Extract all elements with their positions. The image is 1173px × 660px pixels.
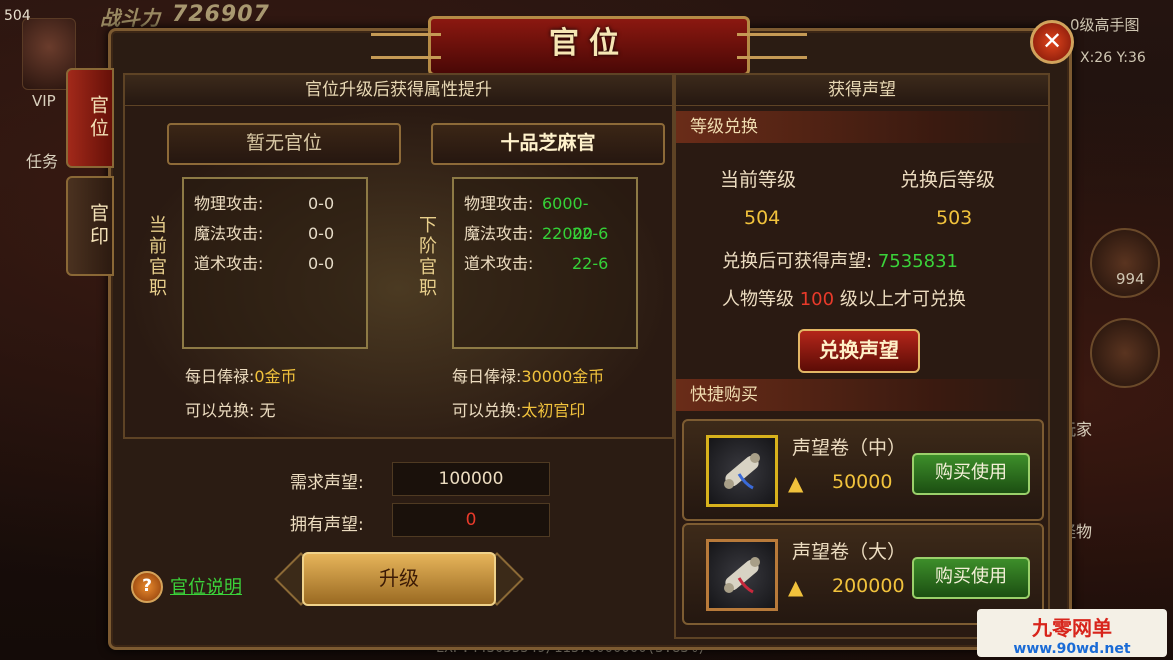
attr-name: 物理攻击: <box>194 194 264 213</box>
after-level-label: 兑换后等级 <box>900 169 996 191</box>
required-reputation-label: 需求声望: <box>290 473 364 493</box>
scroll-icon[interactable] <box>706 435 778 507</box>
attr-value: 22-6 <box>572 224 609 243</box>
watermark-title: 九零网单 <box>1032 616 1112 640</box>
exchange-value: 太初官印 <box>521 401 586 420</box>
hud-power-value: 726907 <box>172 2 270 27</box>
item-name: 声望卷（大） <box>792 541 907 563</box>
hud-map-name: 0级高手图 <box>1070 16 1140 34</box>
item-price: 50000 <box>832 471 893 493</box>
hud-level: 504 <box>4 8 31 24</box>
site-watermark: 九零网单 www.90wd.net <box>977 609 1167 657</box>
salary-label: 每日俸禄: <box>452 367 522 386</box>
current-salary: 每日俸禄:0金币 <box>185 363 297 387</box>
buy-use-button[interactable]: 购买使用 <box>912 453 1030 495</box>
attr-row: 道术攻击: 22-6 <box>454 249 636 279</box>
next-rank-label: 下阶官职 <box>416 215 437 299</box>
hud-skill-count: 994 <box>1116 270 1145 288</box>
buy-use-button[interactable]: 购买使用 <box>912 557 1030 599</box>
attr-name: 道术攻击: <box>464 254 534 273</box>
hud-vip[interactable]: VIP <box>32 92 56 110</box>
gold-ingot-icon: ▲ <box>788 575 804 599</box>
reputation-gain-value: 7535831 <box>877 251 958 272</box>
exchange-value: 无 <box>259 401 276 420</box>
next-salary: 每日俸禄:30000金币 <box>452 363 604 387</box>
attack-skill-button[interactable] <box>1090 318 1160 388</box>
battle-scene-backdrop: 暂无官位 十品芝麻官 当前官职 下阶官职 物理攻击: 0-0 魔法攻击: 0-0… <box>125 107 672 437</box>
salary-value: 30000金币 <box>521 367 605 386</box>
owned-reputation-label: 拥有声望: <box>290 515 364 535</box>
exchange-reputation-button[interactable]: 兑换声望 <box>798 329 920 373</box>
hud-task[interactable]: 任务 <box>26 148 58 172</box>
attr-value: 0-0 <box>308 224 335 243</box>
attr-row: 道术攻击: 0-0 <box>184 249 366 279</box>
next-attr-box: 物理攻击: 6000-22000 魔法攻击: 22-6 道术攻击: 22-6 <box>452 177 638 349</box>
title-left-ornament <box>371 33 441 59</box>
shop-item-card: 声望卷（中） ▲ 50000 购买使用 <box>682 419 1044 521</box>
reputation-panel-header: 获得声望 <box>676 75 1048 106</box>
item-price: 200000 <box>832 575 905 597</box>
attr-row: 物理攻击: 0-0 <box>184 189 366 219</box>
quick-buy-section: 快捷购买 <box>676 379 1048 411</box>
current-rank-banner: 暂无官位 <box>167 123 401 165</box>
next-rank-banner: 十品芝麻官 <box>431 123 665 165</box>
next-exchange: 可以兑换:太初官印 <box>452 397 585 421</box>
attribute-panel-header: 官位升级后获得属性提升 <box>125 75 672 106</box>
attr-value: 0-0 <box>308 194 335 213</box>
attr-name: 道术攻击: <box>194 254 264 273</box>
level-requirement-line: 人物等级 100 级以上才可兑换 <box>722 285 966 311</box>
current-level-label: 当前等级 <box>720 169 797 191</box>
salary-label: 每日俸禄: <box>185 367 255 386</box>
required-reputation-value: 100000 <box>392 462 550 496</box>
attr-row: 魔法攻击: 0-0 <box>184 219 366 249</box>
window-title: 官位 <box>549 26 629 61</box>
owned-reputation-value: 0 <box>392 503 550 537</box>
attr-value: 0-0 <box>308 254 335 273</box>
attribute-panel: 官位升级后获得属性提升 暂无官位 十品芝麻官 当前官职 下阶官职 物理攻击: 0… <box>123 73 674 439</box>
title-right-ornament <box>737 33 807 59</box>
reputation-panel: 获得声望 等级兑换 当前等级 兑换后等级 504 503 兑换后可获得声望: 7… <box>674 73 1050 639</box>
help-icon[interactable]: ? <box>131 571 163 603</box>
reputation-gain-line: 兑换后可获得声望: 7535831 <box>722 247 958 273</box>
gold-ingot-icon: ▲ <box>788 471 804 495</box>
current-level-value: 504 <box>744 207 781 229</box>
tab-rank[interactable]: 官位 <box>66 68 114 168</box>
level-exchange-section: 等级兑换 <box>676 111 1048 143</box>
req-suffix: 级以上才可兑换 <box>839 289 966 310</box>
attr-name: 魔法攻击: <box>194 224 264 243</box>
current-attr-box: 物理攻击: 0-0 魔法攻击: 0-0 道术攻击: 0-0 <box>182 177 368 349</box>
close-button[interactable]: ✕ <box>1030 20 1074 64</box>
attr-row: 物理攻击: 6000-22000 <box>454 189 636 243</box>
current-exchange: 可以兑换: 无 <box>185 397 276 421</box>
attr-name: 物理攻击: <box>464 194 534 213</box>
exchange-label: 可以兑换: <box>185 401 255 420</box>
watermark-url: www.90wd.net <box>1013 641 1131 657</box>
salary-value: 0金币 <box>254 367 297 386</box>
item-name: 声望卷（中） <box>792 437 907 459</box>
attr-name: 魔法攻击: <box>464 224 534 243</box>
hud-power-label: 战斗力 <box>100 6 160 30</box>
current-rank-label: 当前官职 <box>146 215 167 299</box>
tab-seal[interactable]: 官印 <box>66 176 114 276</box>
after-level-value: 503 <box>936 207 973 229</box>
attr-value: 22-6 <box>572 254 609 273</box>
req-level: 100 <box>799 289 835 310</box>
req-prefix: 人物等级 <box>722 289 794 310</box>
window-title-plate: 官位 <box>371 16 807 76</box>
upgrade-button[interactable]: 升级 <box>302 552 496 606</box>
scroll-icon[interactable] <box>706 539 778 611</box>
reputation-gain-label: 兑换后可获得声望: <box>722 251 873 272</box>
exchange-label: 可以兑换: <box>452 401 522 420</box>
rank-help-link[interactable]: 官位说明 <box>170 573 242 599</box>
hud-coordinates: X:26 Y:36 <box>1080 50 1146 66</box>
attr-row: 魔法攻击: 22-6 <box>454 219 636 249</box>
